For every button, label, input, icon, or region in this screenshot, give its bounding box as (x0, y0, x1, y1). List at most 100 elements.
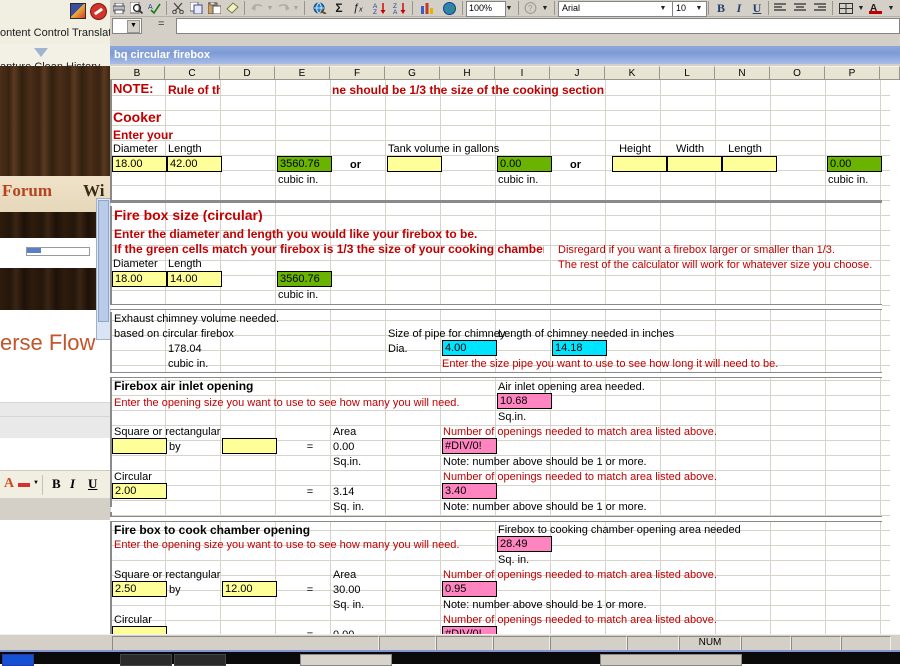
forum-heading: Forum (2, 181, 52, 201)
taskbar-item-2[interactable] (174, 654, 226, 666)
column-header-G[interactable]: G (385, 66, 440, 80)
sort-descending-icon[interactable]: ZA (392, 1, 408, 15)
borders-dropdown-icon[interactable]: ▼ (856, 1, 866, 15)
cooker-length-input[interactable]: 42.00 (167, 156, 222, 172)
help-icon[interactable]: ? (522, 1, 538, 15)
air-inlet-openings-label-2: Number of openings needed to match area … (443, 470, 773, 484)
italic-button[interactable]: I (70, 476, 75, 492)
sort-ascending-icon[interactable]: AZ (372, 1, 388, 15)
paste-function-icon[interactable]: ƒₓ (350, 1, 366, 15)
status-panel-4 (493, 636, 550, 651)
box-height-input[interactable] (612, 156, 667, 172)
column-header-B[interactable]: B (110, 66, 165, 80)
air-inlet-sqin-label: Sq.in. (498, 410, 550, 424)
grid-vertical-scrollbar[interactable] (884, 80, 898, 600)
column-header-I[interactable]: I (495, 66, 550, 80)
taskbar-item-4[interactable] (600, 654, 742, 666)
block-icon[interactable] (90, 3, 107, 20)
air-inlet-square-width-input[interactable] (112, 438, 167, 454)
air-inlet-equals-2: = (302, 485, 318, 499)
print-icon[interactable] (112, 1, 126, 15)
italic-button[interactable]: I (732, 1, 746, 15)
name-box-dropdown-icon[interactable]: ▼ (127, 20, 140, 33)
scroll-thumb[interactable] (98, 200, 109, 322)
funnel-icon (34, 48, 48, 57)
tank-gallons-input[interactable] (387, 156, 442, 172)
font-color-icon[interactable]: A (868, 1, 884, 15)
air-inlet-square-height-input[interactable] (222, 438, 277, 454)
firebox-diameter-input[interactable]: 18.00 (112, 271, 167, 287)
chimney-volume-value: 178.04 (168, 342, 220, 356)
inner-horizontal-scrollbar[interactable] (26, 247, 90, 256)
column-header-E[interactable]: E (275, 66, 330, 80)
map-icon[interactable] (440, 1, 458, 15)
column-header-D[interactable]: D (220, 66, 275, 80)
formula-input[interactable] (176, 18, 900, 34)
format-painter-icon[interactable] (224, 1, 240, 15)
box-length-input[interactable] (722, 156, 777, 172)
autosum-icon[interactable]: Σ (332, 1, 346, 15)
webpage-divider-2 (0, 416, 110, 440)
underline-button[interactable]: U (750, 1, 764, 15)
name-box[interactable]: ▼ (112, 18, 142, 34)
cooker-diameter-header: Diameter (113, 142, 165, 156)
align-right-icon[interactable] (812, 1, 828, 15)
font-color-dropdown-icon[interactable]: ▼ (886, 1, 896, 15)
column-header-N[interactable]: N (715, 66, 770, 80)
flag-icon[interactable] (70, 3, 86, 19)
column-header-F[interactable]: F (330, 66, 385, 80)
workbook-title-bar[interactable]: bq circular firebox (110, 46, 900, 64)
column-header-L[interactable]: L (660, 66, 715, 80)
chevron-down-icon[interactable]: ▼ (33, 480, 39, 486)
start-button[interactable] (2, 654, 34, 666)
edit-formula-button[interactable]: = (158, 18, 164, 30)
help-dropdown-icon[interactable]: ▼ (540, 1, 550, 15)
air-inlet-circular-diameter-input[interactable]: 2.00 (112, 483, 167, 499)
column-header-C[interactable]: C (165, 66, 220, 80)
column-header-J[interactable]: J (550, 66, 605, 80)
air-inlet-area-label: Air inlet opening area needed. (498, 380, 728, 394)
box-width-input[interactable] (667, 156, 722, 172)
bold-button[interactable]: B (714, 1, 728, 15)
font-name-select[interactable]: Arial (558, 1, 673, 17)
chimney-diameter-input[interactable]: 4.00 (442, 340, 497, 356)
webpage-wood-band-3 (0, 268, 110, 310)
font-name-dropdown-icon[interactable]: ▼ (658, 1, 668, 15)
underline-button[interactable]: U (88, 476, 97, 492)
air-inlet-equals-1: = (302, 440, 318, 454)
bg-toolbar-row-2[interactable]: ontent Control Translate (0, 22, 110, 45)
webpage-white-strip-4 (0, 520, 110, 634)
column-header-K[interactable]: K (605, 66, 660, 80)
column-header-P[interactable]: P (825, 66, 880, 80)
taskbar-item-3[interactable] (300, 654, 392, 666)
font-color-icon[interactable]: A (4, 476, 14, 492)
borders-icon[interactable] (838, 1, 854, 15)
firebox-chamber-square-width-input[interactable]: 2.50 (112, 581, 167, 597)
spell-check-icon[interactable]: A (146, 1, 162, 15)
cooker-diameter-input[interactable]: 18.00 (112, 156, 167, 172)
chart-wizard-icon[interactable] (418, 1, 436, 15)
firebox-chamber-sqin-1: Sq. in. (333, 598, 385, 612)
print-preview-icon[interactable] (128, 1, 144, 15)
webpage-wood-band-2 (0, 212, 110, 238)
zoom-dropdown-icon[interactable]: ▼ (504, 1, 514, 15)
bold-button[interactable]: B (52, 476, 61, 492)
taskbar-item-1[interactable] (120, 654, 172, 666)
cooker-enter-hint: Enter your (113, 128, 183, 142)
inner-vertical-scrollbar[interactable] (96, 198, 110, 340)
align-left-icon[interactable] (772, 1, 788, 15)
firebox-chamber-square-height-input[interactable]: 12.00 (222, 581, 277, 597)
hyperlink-icon[interactable] (310, 1, 328, 15)
spreadsheet-grid: NOTE: Rule of th ne should be 1/3 the si… (110, 80, 900, 644)
copy-icon[interactable] (188, 1, 204, 15)
font-size-dropdown-icon[interactable]: ▼ (694, 1, 704, 15)
paste-icon[interactable] (206, 1, 222, 15)
column-header-H[interactable]: H (440, 66, 495, 80)
firebox-length-input[interactable]: 14.00 (167, 271, 222, 287)
svg-text:A: A (393, 9, 398, 14)
bg-toolbar-row-3[interactable]: apture Clean History (0, 44, 110, 67)
cut-icon[interactable] (170, 1, 186, 15)
align-center-icon[interactable] (792, 1, 808, 15)
column-header-O[interactable]: O (770, 66, 825, 80)
zoom-select[interactable]: 100% (466, 1, 506, 17)
